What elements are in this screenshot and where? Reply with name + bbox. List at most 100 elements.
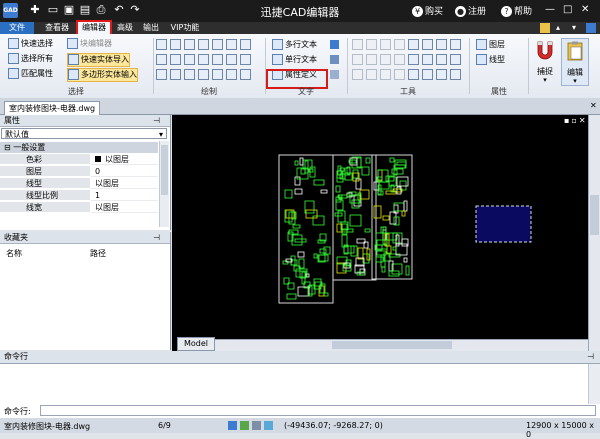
ribbon-minimize-icon[interactable]: ▴ — [556, 23, 560, 32]
polygon-icon[interactable] — [226, 39, 237, 50]
maximize-button[interactable]: □ — [563, 4, 572, 15]
match-properties-button[interactable]: 匹配属性 — [8, 68, 53, 80]
text-find-icon[interactable] — [330, 70, 339, 79]
pin-icon[interactable]: ⊣ — [153, 232, 160, 243]
property-row[interactable]: 线宽 以图层 — [0, 202, 158, 213]
drawing-canvas[interactable]: ▪▫✕ — [172, 115, 588, 351]
property-row[interactable]: 图层 0 — [0, 166, 158, 177]
tab-viewer[interactable]: 查看器 — [40, 22, 74, 34]
stretch-icon[interactable] — [422, 54, 433, 65]
pen-icon[interactable] — [240, 54, 251, 65]
hatch-icon[interactable] — [240, 69, 251, 80]
favorites-col-name[interactable]: 名称 — [6, 248, 22, 259]
table-icon[interactable] — [212, 54, 223, 65]
horizontal-scrollbar-thumb[interactable] — [332, 341, 452, 349]
general-settings-section[interactable]: ⊟ 一般设置 — [0, 142, 158, 153]
property-value[interactable]: 1 — [91, 190, 158, 201]
erase-icon[interactable] — [408, 54, 419, 65]
pin-icon[interactable]: ⊣ — [153, 115, 160, 126]
circle-icon[interactable] — [198, 39, 209, 50]
property-value[interactable]: 以图层 — [91, 178, 158, 189]
document-tab[interactable]: 室内装修图块-电器.dwg — [4, 101, 101, 115]
help-button[interactable]: ? 帮助 — [501, 4, 532, 17]
select-all-button[interactable]: 选择所有 — [8, 53, 53, 65]
trim-icon[interactable] — [422, 69, 433, 80]
polygon-entity-input-button[interactable]: 多边形实体输入 — [67, 68, 138, 82]
copy-icon[interactable] — [408, 69, 419, 80]
block-editor-button[interactable]: 块编辑器 — [67, 38, 112, 50]
snap-icon[interactable] — [228, 421, 237, 430]
property-row[interactable]: 线型 以图层 — [0, 178, 158, 189]
properties-dropdown[interactable]: 默认值 ▾ — [1, 128, 167, 139]
line-icon[interactable] — [156, 69, 167, 80]
mirror-icon[interactable] — [394, 39, 405, 50]
close-button[interactable]: ✕ — [581, 4, 589, 15]
model-tab[interactable]: Model — [177, 337, 216, 351]
pen-icon[interactable] — [540, 23, 550, 33]
property-row[interactable]: 线型比例 1 — [0, 190, 158, 201]
polar-icon[interactable] — [264, 421, 273, 430]
ellipse-icon[interactable] — [184, 54, 195, 65]
spline-icon[interactable] — [170, 54, 181, 65]
line-icon[interactable] — [156, 39, 167, 50]
rotate-icon[interactable] — [366, 39, 377, 50]
layers-button[interactable]: 图层 — [476, 39, 505, 51]
text-edit-icon[interactable] — [330, 55, 339, 64]
move-icon[interactable] — [352, 69, 363, 80]
property-value[interactable]: 以图层 — [91, 154, 158, 165]
tab-file[interactable]: 文件 — [0, 22, 34, 34]
chamfer-icon[interactable] — [436, 54, 447, 65]
array-icon[interactable] — [366, 54, 377, 65]
trim-icon[interactable] — [422, 39, 433, 50]
text-style-icon[interactable] — [330, 40, 339, 49]
polyline-icon[interactable] — [170, 39, 181, 50]
insert-icon[interactable] — [198, 54, 209, 65]
info-icon[interactable] — [586, 23, 596, 33]
copy-icon[interactable] — [408, 39, 419, 50]
extend-icon[interactable] — [436, 69, 447, 80]
vertical-scrollbar[interactable] — [588, 115, 600, 351]
rotate-icon[interactable] — [366, 69, 377, 80]
ortho-icon[interactable] — [252, 421, 261, 430]
vertical-scrollbar-thumb[interactable] — [590, 195, 599, 235]
settings-icon[interactable]: ▾ — [572, 23, 576, 32]
offset-icon[interactable] — [352, 54, 363, 65]
hatch-icon[interactable] — [240, 39, 251, 50]
arc-icon[interactable] — [184, 69, 195, 80]
pin-icon[interactable]: ⊣ — [587, 351, 594, 362]
join-icon[interactable] — [450, 54, 461, 65]
buy-button[interactable]: ¥ 购买 — [412, 4, 443, 17]
circle-icon[interactable] — [198, 69, 209, 80]
command-history[interactable] — [0, 363, 600, 405]
extend-icon[interactable] — [436, 39, 447, 50]
command-scrollbar[interactable] — [588, 364, 600, 404]
quick-entity-import-button[interactable]: 快速实体导入 — [67, 53, 130, 67]
fillet-icon[interactable] — [450, 69, 461, 80]
tab-output[interactable]: 输出 — [140, 22, 162, 34]
dimension-icon[interactable] — [226, 54, 237, 65]
arc-icon[interactable] — [184, 39, 195, 50]
mirror-icon[interactable] — [394, 69, 405, 80]
polyline-icon[interactable] — [170, 69, 181, 80]
tab-advanced[interactable]: 高级 — [114, 22, 136, 34]
register-button[interactable]: ● 注册 — [455, 4, 486, 17]
point-icon[interactable] — [156, 54, 167, 65]
move-icon[interactable] — [352, 39, 363, 50]
grid-icon[interactable] — [240, 421, 249, 430]
scale-icon[interactable] — [380, 69, 391, 80]
break-icon[interactable] — [394, 54, 405, 65]
scrollbar-thumb[interactable] — [161, 145, 168, 195]
quick-select-button[interactable]: 快速选择 — [8, 38, 53, 50]
rectangle-icon[interactable] — [212, 69, 223, 80]
command-input[interactable] — [40, 405, 596, 416]
rectangle-icon[interactable] — [212, 39, 223, 50]
linetype-button[interactable]: 线型 — [476, 54, 505, 66]
property-row[interactable]: 色彩 以图层 — [0, 154, 158, 165]
horizontal-scrollbar[interactable] — [212, 339, 588, 351]
explode-icon[interactable] — [380, 54, 391, 65]
multiline-text-button[interactable]: 多行文本 — [272, 39, 317, 51]
close-document-icon[interactable]: ✕ — [590, 101, 597, 110]
tab-vip[interactable]: VIP功能 — [168, 22, 202, 34]
scale-icon[interactable] — [380, 39, 391, 50]
fillet-icon[interactable] — [450, 39, 461, 50]
